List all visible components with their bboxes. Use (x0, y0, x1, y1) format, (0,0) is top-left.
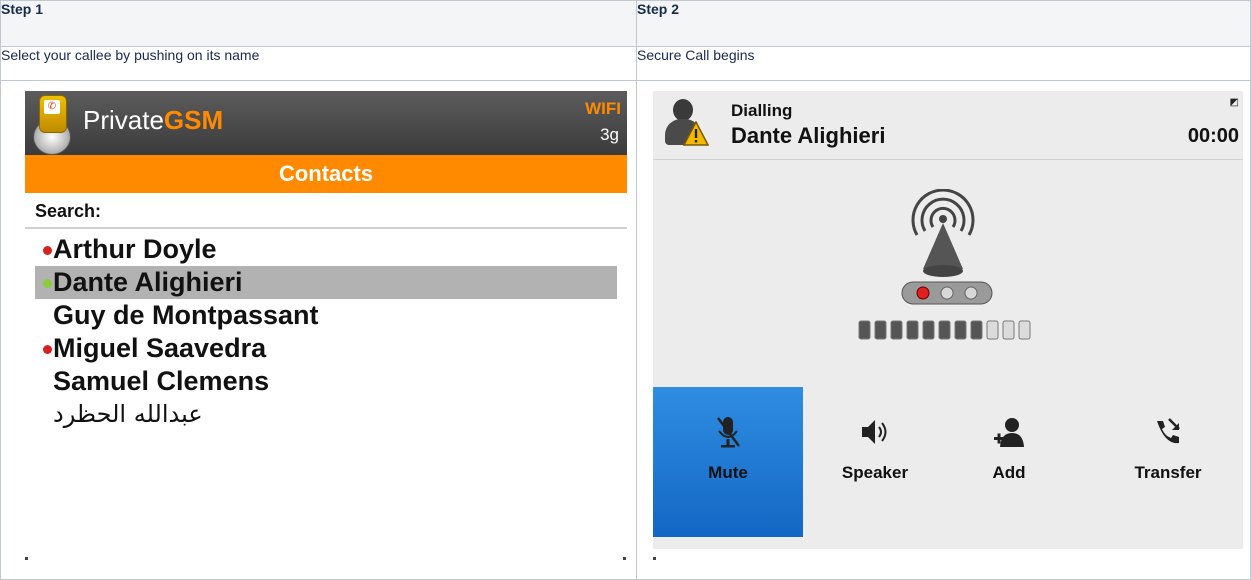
step1-header: Step 1 (0, 0, 637, 47)
muted-mic-icon (717, 417, 740, 448)
brand-suffix: GSM (163, 105, 224, 135)
contacts-screen: ✆ PrivateGSM WIFI 3g Contacts Search: Ar… (25, 91, 627, 549)
network-indicator: 3g (600, 125, 619, 144)
status-dot-red (43, 246, 52, 255)
step2-description-text: Secure Call begins (637, 47, 755, 63)
meter-segment-filled (938, 320, 951, 340)
steps-table: Step 1 Step 2 Select your callee by push… (0, 0, 1251, 580)
search-label[interactable]: Search: (35, 201, 101, 222)
mute-label: Mute (708, 463, 748, 482)
call-action-bar: Mute Speaker Add Transfer (653, 387, 1243, 537)
contact-name: Guy de Montpassant (53, 300, 319, 330)
step2-header: Step 2 (636, 0, 1251, 47)
corner-mark (623, 557, 626, 560)
mute-button[interactable]: Mute (653, 387, 803, 537)
caller-avatar-icon (661, 99, 709, 151)
meter-segment-empty (1002, 320, 1015, 340)
privategsm-logo-icon: ✆ (33, 95, 73, 155)
contact-name: Dante Alighieri (53, 267, 243, 297)
meter-segment-filled (874, 320, 887, 340)
speaker-icon (862, 420, 887, 444)
meter-segment-filled (954, 320, 967, 340)
transfer-call-icon (1157, 418, 1180, 444)
light (940, 286, 954, 300)
warning-icon (683, 121, 709, 146)
meter-segment-empty (1018, 320, 1031, 340)
meter-segment-filled (858, 320, 871, 340)
app-brand: PrivateGSM (83, 105, 223, 136)
contact-name: Samuel Clemens (53, 366, 270, 396)
red-light (916, 286, 930, 300)
contact-item-samuel-clemens[interactable]: Samuel Clemens (25, 365, 627, 398)
contact-name: Miguel Saavedra (53, 333, 267, 363)
status-dot-green (43, 279, 52, 288)
status-lights (901, 281, 993, 305)
header-divider (653, 159, 1243, 160)
contact-item-arabic[interactable]: عبدالله الحظرد (25, 398, 627, 431)
status-dot-red (43, 345, 52, 354)
add-person-icon (994, 418, 1024, 447)
signal-meter (858, 320, 1031, 340)
contact-item-dante-alighieri[interactable]: Dante Alighieri (35, 266, 617, 299)
step2-header-text: Step 2 (637, 1, 680, 17)
step1-description: Select your callee by pushing on its nam… (0, 46, 637, 81)
add-button[interactable]: Add (949, 387, 1069, 537)
contact-name: عبدالله الحظرد (53, 400, 203, 428)
transfer-label: Transfer (1134, 463, 1202, 482)
step1-screenshot-cell: ✆ PrivateGSM WIFI 3g Contacts Search: Ar… (0, 80, 637, 580)
app-header: ✆ PrivateGSM WIFI 3g (25, 91, 627, 155)
contact-item-arthur-doyle[interactable]: Arthur Doyle (25, 233, 627, 266)
step2-description: Secure Call begins (636, 46, 1251, 81)
call-screen: Dialling Dante Alighieri 00:00 ◩ Mute Sp… (653, 91, 1243, 549)
wifi-indicator: WIFI (585, 99, 621, 118)
meter-segment-filled (906, 320, 919, 340)
meter-segment-filled (970, 320, 983, 340)
meter-segment-filled (890, 320, 903, 340)
contact-item-guy-de-montpassant[interactable]: Guy de Montpassant (25, 299, 627, 332)
meter-segment-empty (986, 320, 999, 340)
search-divider (25, 227, 627, 229)
step2-screenshot-cell: Dialling Dante Alighieri 00:00 ◩ Mute Sp… (636, 80, 1251, 580)
step1-header-text: Step 1 (1, 1, 44, 17)
step1-description-text: Select your callee by pushing on its nam… (1, 47, 260, 63)
call-state: Dialling (731, 101, 793, 120)
resize-icon: ◩ (1229, 97, 1239, 108)
callee-name: Dante Alighieri (731, 123, 886, 148)
corner-mark (25, 557, 28, 560)
contact-list: Arthur Doyle Dante Alighieri Guy de Mont… (25, 233, 627, 431)
corner-mark (653, 557, 656, 560)
speaker-label: Speaker (841, 463, 909, 482)
meter-segment-filled (922, 320, 935, 340)
speaker-button[interactable]: Speaker (805, 387, 945, 537)
light (964, 286, 978, 300)
transfer-button[interactable]: Transfer (1093, 387, 1243, 537)
add-label: Add (992, 463, 1026, 482)
call-timer: 00:00 (1187, 125, 1239, 147)
contacts-title-bar: Contacts (25, 155, 627, 193)
brand-prefix: Private (83, 105, 164, 135)
contact-name: Arthur Doyle (53, 234, 217, 264)
contact-item-miguel-saavedra[interactable]: Miguel Saavedra (25, 332, 627, 365)
